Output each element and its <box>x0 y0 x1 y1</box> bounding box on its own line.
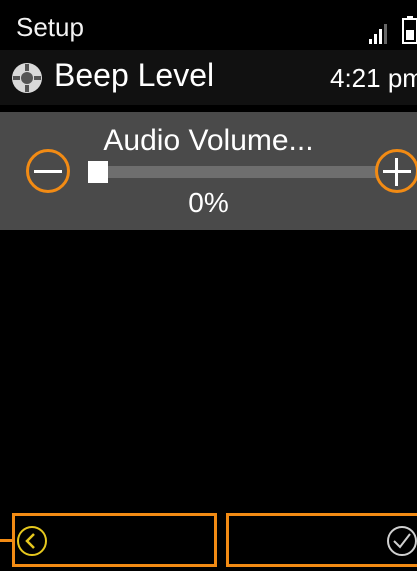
settings-gear-icon <box>12 63 42 93</box>
checkmark-icon[interactable] <box>384 524 417 558</box>
page-title: Beep Level <box>54 57 215 93</box>
volume-label: Audio Volume... <box>103 124 314 157</box>
volume-slider-thumb[interactable] <box>88 161 108 183</box>
volume-slider[interactable] <box>88 161 378 183</box>
volume-value: 0% <box>188 187 229 218</box>
clock: 4:21 pm <box>330 63 417 93</box>
back-chevron-icon[interactable] <box>16 525 48 557</box>
callout-pointer <box>0 539 13 542</box>
minus-icon <box>34 170 62 173</box>
battery-icon <box>402 16 417 44</box>
plus-icon-vertical <box>395 158 398 186</box>
signal-bars-icon <box>369 24 387 44</box>
app-label: Setup <box>16 12 84 42</box>
